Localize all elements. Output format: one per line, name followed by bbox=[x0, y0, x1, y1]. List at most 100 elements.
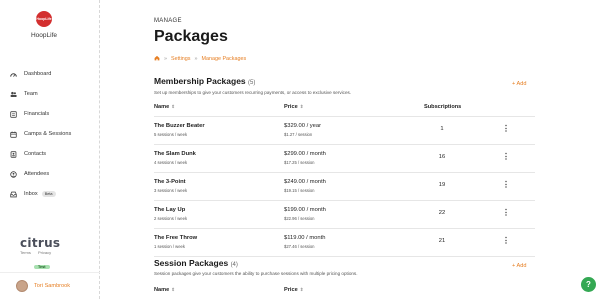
sidebar-item-label: Attendees bbox=[24, 171, 50, 177]
sidebar-item-camps-sessions[interactable]: Camps & Sessions bbox=[10, 124, 96, 144]
citrus-logo: citrus bbox=[20, 236, 61, 250]
column-header-price-label: Price bbox=[284, 287, 298, 293]
sidebar-item-label: Inbox bbox=[24, 191, 38, 197]
session-count: (4) bbox=[230, 262, 238, 268]
avatar bbox=[16, 280, 28, 292]
add-membership-button[interactable]: + Add bbox=[512, 81, 526, 87]
breadcrumb-settings[interactable]: Settings bbox=[171, 56, 190, 62]
kebab-menu-icon[interactable]: ⋮ bbox=[502, 123, 510, 135]
membership-title-text: Membership Packages bbox=[154, 76, 246, 86]
terms-link[interactable]: Terms bbox=[20, 250, 31, 255]
column-header-name[interactable]: Name ⇕ bbox=[154, 104, 175, 110]
session-title-text: Session Packages bbox=[154, 258, 229, 268]
column-header-price[interactable]: Price ⇕ bbox=[284, 104, 303, 110]
user-profile[interactable]: Tori Sambrook bbox=[0, 272, 100, 299]
sidebar-item-label: Financials bbox=[24, 111, 50, 117]
sort-icon: ⇕ bbox=[171, 104, 176, 109]
package-per-session: $19.15 / session bbox=[284, 188, 315, 193]
page-title: Packages bbox=[154, 28, 228, 45]
sidebar-item-dashboard[interactable]: Dashboard bbox=[10, 64, 96, 84]
package-sessions: 4 sessions / week bbox=[154, 160, 188, 165]
table-row[interactable]: The 3-Point 3 sessions / week $249.00 / … bbox=[154, 173, 535, 201]
org-name: HoopLife bbox=[30, 32, 58, 39]
privacy-link[interactable]: Privacy bbox=[38, 250, 51, 255]
sidebar: HoopLife HoopLife Dashboard Team Financi… bbox=[0, 0, 100, 299]
membership-count: (5) bbox=[248, 80, 256, 86]
sidebar-nav: Dashboard Team Financials Camps & Sessio… bbox=[10, 64, 96, 204]
table-row[interactable]: The Slam Dunk 4 sessions / week $299.00 … bbox=[154, 145, 535, 173]
sidebar-item-label: Dashboard bbox=[24, 71, 52, 77]
breadcrumb-separator: » bbox=[194, 56, 198, 62]
package-subscriptions: 19 bbox=[438, 182, 446, 188]
breadcrumb-current: Manage Packages bbox=[201, 56, 247, 62]
package-per-session: $27.46 / session bbox=[284, 244, 315, 249]
session-packages-title: Session Packages (4) bbox=[154, 258, 238, 268]
sidebar-item-contacts[interactable]: Contacts bbox=[10, 144, 96, 164]
citrus-branding: citrus Terms Privacy Test bbox=[20, 236, 80, 273]
contacts-icon bbox=[10, 150, 17, 158]
package-name: The 3-Point bbox=[154, 179, 186, 185]
dashboard-icon bbox=[10, 71, 17, 78]
column-header-price[interactable]: Price ⇕ bbox=[284, 287, 303, 293]
package-per-session: $1.27 / session bbox=[284, 132, 313, 137]
package-name: The Slam Dunk bbox=[154, 151, 196, 157]
sidebar-item-financials[interactable]: Financials bbox=[10, 104, 96, 124]
footer-links: Terms Privacy bbox=[20, 250, 80, 255]
sidebar-item-team[interactable]: Team bbox=[10, 84, 96, 104]
home-icon[interactable] bbox=[154, 55, 160, 63]
package-sessions: 2 sessions / week bbox=[154, 216, 188, 221]
breadcrumb-separator: » bbox=[164, 56, 167, 62]
package-sessions: 3 sessions / week bbox=[154, 188, 188, 193]
package-price: $299.00 / month bbox=[284, 151, 326, 157]
kebab-menu-icon[interactable]: ⋮ bbox=[502, 151, 510, 163]
package-price: $199.00 / month bbox=[284, 207, 326, 213]
column-header-subscriptions: Subscriptions bbox=[424, 104, 462, 110]
kebab-menu-icon[interactable]: ⋮ bbox=[502, 235, 510, 247]
package-price: $119.00 / month bbox=[284, 235, 326, 241]
package-name: The Lay Up bbox=[154, 207, 186, 213]
sort-icon: ⇕ bbox=[299, 287, 304, 292]
main-content: MANAGE Packages » Settings » Manage Pack… bbox=[100, 0, 600, 299]
breadcrumb: » Settings » Manage Packages bbox=[154, 55, 246, 63]
add-session-button[interactable]: + Add bbox=[512, 263, 526, 269]
column-header-name-label: Name bbox=[154, 287, 170, 293]
beta-badge: Beta bbox=[41, 191, 56, 197]
org-logo-badge: HoopLife bbox=[36, 11, 52, 27]
package-subscriptions: 21 bbox=[438, 238, 446, 244]
sidebar-item-inbox[interactable]: Inbox Beta bbox=[10, 184, 96, 204]
table-row[interactable]: The Lay Up 2 sessions / week $199.00 / m… bbox=[154, 201, 535, 229]
package-price: $329.00 / year bbox=[284, 123, 322, 129]
package-name: The Buzzer Beater bbox=[154, 123, 205, 129]
sort-icon: ⇕ bbox=[171, 287, 176, 292]
table-row[interactable]: The Buzzer Beater 5 sessions / week $329… bbox=[154, 117, 535, 145]
help-button[interactable]: ? bbox=[581, 277, 596, 292]
package-subscriptions: 16 bbox=[438, 154, 446, 160]
membership-packages-title: Membership Packages (5) bbox=[154, 76, 255, 86]
section-label: MANAGE bbox=[154, 18, 182, 24]
kebab-menu-icon[interactable]: ⋮ bbox=[502, 179, 510, 191]
org-logo[interactable]: HoopLife bbox=[36, 11, 52, 27]
sidebar-item-attendees[interactable]: Attendees bbox=[10, 164, 96, 184]
attendees-icon bbox=[10, 170, 17, 178]
column-header-name[interactable]: Name ⇕ bbox=[154, 287, 175, 293]
package-subscriptions: 1 bbox=[440, 126, 444, 132]
inbox-icon bbox=[10, 191, 17, 198]
package-per-session: $17.25 / session bbox=[284, 160, 315, 165]
kebab-menu-icon[interactable]: ⋮ bbox=[502, 207, 510, 219]
package-sessions: 1 session / week bbox=[154, 244, 185, 249]
table-row[interactable]: The Free Throw 1 session / week $119.00 … bbox=[154, 229, 535, 257]
package-price: $249.00 / month bbox=[284, 179, 326, 185]
membership-description: Set up memberships to give your customer… bbox=[154, 90, 352, 95]
user-name: Tori Sambrook bbox=[34, 283, 71, 289]
package-per-session: $22.96 / session bbox=[284, 216, 315, 221]
team-icon bbox=[10, 91, 17, 98]
package-name: The Free Throw bbox=[154, 235, 198, 241]
package-subscriptions: 22 bbox=[438, 210, 446, 216]
sidebar-item-label: Contacts bbox=[24, 151, 47, 157]
session-description: Session packages give your customers the… bbox=[154, 271, 358, 276]
sidebar-item-label: Team bbox=[24, 91, 38, 97]
environment-badge: Test bbox=[34, 265, 50, 269]
column-header-name-label: Name bbox=[154, 104, 170, 110]
sort-icon: ⇕ bbox=[299, 104, 304, 109]
column-header-price-label: Price bbox=[284, 104, 298, 110]
